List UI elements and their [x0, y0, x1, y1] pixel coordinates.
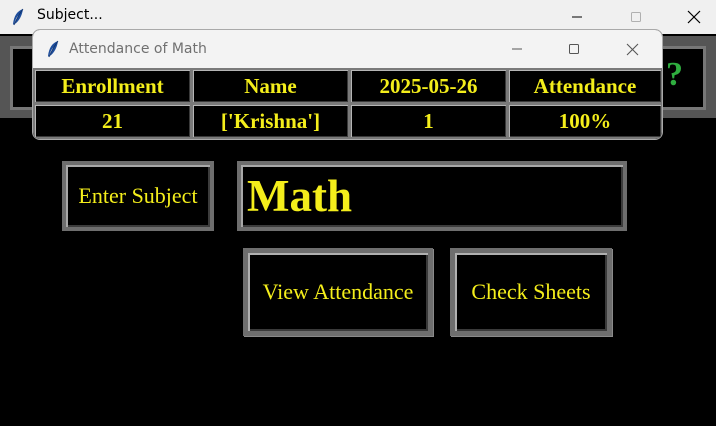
popup-close-button[interactable] — [606, 30, 658, 68]
feather-icon — [11, 8, 25, 26]
table-cell-attendance: 100% — [507, 103, 662, 139]
feather-icon — [46, 40, 60, 58]
table-cell-name: ['Krishna'] — [191, 103, 350, 139]
table-cell-enrollment: 21 — [33, 103, 192, 139]
table-header-enrollment: Enrollment — [33, 68, 192, 104]
header-symbol: ? — [666, 56, 683, 93]
popup-title: Attendance of Math — [69, 41, 207, 57]
enter-subject-label: Enter Subject — [62, 161, 214, 231]
attendance-popup-window[interactable]: Attendance of Math Enrollment Name 2025-… — [32, 29, 663, 140]
table-header-name: Name — [191, 68, 350, 104]
table-header-attendance: Attendance — [507, 68, 662, 104]
close-button[interactable] — [671, 0, 716, 34]
view-attendance-button[interactable]: View Attendance — [243, 248, 433, 336]
check-sheets-button[interactable]: Check Sheets — [450, 248, 612, 336]
popup-titlebar[interactable]: Attendance of Math — [33, 30, 662, 68]
popup-minimize-button[interactable] — [491, 30, 543, 68]
table-header-date: 2025-05-26 — [349, 68, 508, 104]
popup-maximize-button[interactable] — [548, 30, 600, 68]
table-cell-date: 1 — [349, 103, 508, 139]
window-title: Subject... — [37, 7, 103, 23]
subject-input[interactable]: Math — [237, 161, 627, 231]
